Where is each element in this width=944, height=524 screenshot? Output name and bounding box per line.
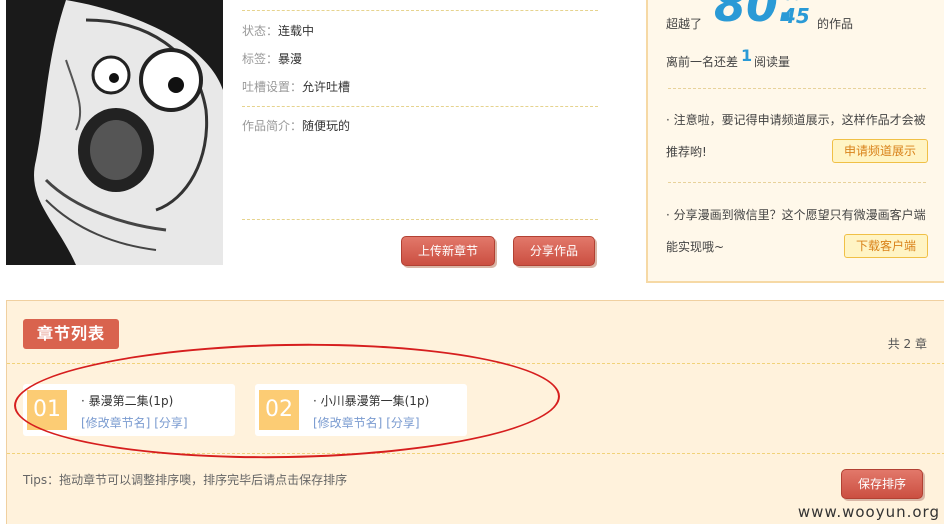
comment-setting-label: 吐槽设置：	[242, 80, 303, 94]
intro-value: 随便玩的	[302, 119, 351, 133]
upload-chapter-button[interactable]: 上传新章节	[401, 236, 495, 266]
status-row: 状态：连载中	[242, 23, 314, 39]
ranking-small-value: 45	[782, 4, 810, 28]
chapter-count: 共 2 章	[887, 337, 927, 351]
divider	[7, 453, 944, 454]
ranking-prefix: 超越了	[666, 17, 703, 31]
divider	[668, 88, 926, 89]
intro-row: 作品简介：随便玩的	[242, 118, 350, 134]
tags-label: 标签：	[242, 52, 279, 66]
gap-prefix: 离前一名还差	[666, 55, 739, 69]
ranking-panel: 超越了 80. % 45 的作品 离前一名还差 1 阅读量 · 注意啦，要记得申…	[646, 0, 944, 283]
apply-channel-button[interactable]: 申请频道展示	[832, 139, 928, 163]
notice-apply-text: · 注意啦，要记得申请频道展示，这样作品才会被	[666, 113, 926, 127]
comment-setting-value: 允许吐槽	[302, 80, 351, 94]
notice-apply-text-2: 推荐哟!	[666, 145, 707, 159]
status-value: 连载中	[278, 24, 315, 38]
notice-download-text-2: 能实现哦~	[666, 240, 725, 254]
cover-image	[6, 0, 223, 265]
save-order-button[interactable]: 保存排序	[841, 469, 923, 499]
watermark: www.wooyun.org	[797, 503, 940, 521]
divider	[242, 106, 598, 107]
divider	[242, 10, 598, 11]
gap-suffix: 阅读量	[754, 55, 791, 69]
download-client-button[interactable]: 下载客户端	[844, 234, 928, 258]
tags-row: 标签：暴漫	[242, 51, 302, 67]
tags-value: 暴漫	[278, 52, 303, 66]
divider	[668, 182, 926, 183]
share-work-button[interactable]: 分享作品	[513, 236, 595, 266]
work-info: 状态：连载中 标签：暴漫 吐槽设置：允许吐槽 作品简介：随便玩的 上传新章节 分…	[242, 0, 598, 270]
comment-setting-row: 吐槽设置：允许吐槽	[242, 79, 350, 95]
tips-text: Tips：拖动章节可以调整排序噢，排序完毕后请点击保存排序	[23, 473, 348, 487]
gap-value: 1	[741, 46, 753, 65]
chapter-list-title: 章节列表	[23, 319, 119, 349]
notice-download-text: · 分享漫画到微信里？这个愿望只有微漫画客户端	[666, 208, 926, 222]
status-label: 状态：	[242, 24, 279, 38]
intro-label: 作品简介：	[242, 119, 303, 133]
divider	[242, 219, 598, 220]
ranking-suffix: 的作品	[817, 17, 854, 31]
